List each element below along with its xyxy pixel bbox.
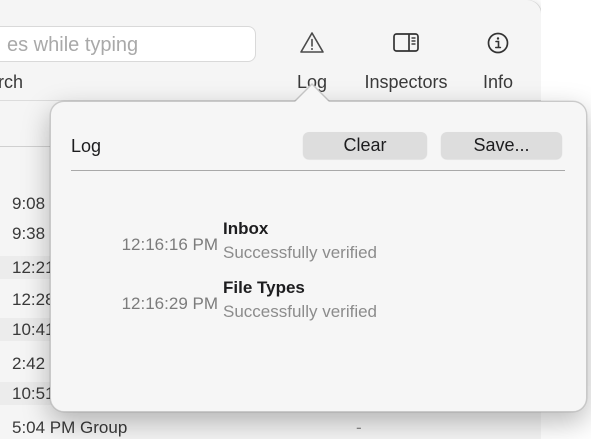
toolbar-log-button[interactable]: Log [288,30,336,92]
toolbar-inspectors-button[interactable]: Inspectors [354,30,458,92]
list-row-time: 2:42 [12,354,46,373]
toolbar-inspectors-label: Inspectors [364,72,448,92]
log-popover-title: Log [71,136,102,156]
log-entry-status: Successfully verified [223,302,378,321]
list-row-time: 10:51 [12,384,55,403]
list-row-value: - [356,418,362,437]
log-entry-name: Inbox [223,219,269,238]
clear-button[interactable]: Clear [303,132,427,159]
list-row-time: 12:21 [12,258,55,277]
log-entry-time: 12:16:29 PM [121,294,218,313]
warning-triangle-icon [300,32,324,53]
list-row-time: 5:04 PM Group [12,418,128,437]
search-input[interactable]: es while typing [0,26,256,62]
list-row-time: 9:08 [12,194,46,213]
log-entry-time: 12:16:16 PM [121,235,218,254]
toolbar-info-button[interactable]: Info [470,30,526,92]
log-entry: 12:16:16 PM Inbox Successfully verified [51,219,586,267]
toolbar-info-label: Info [482,72,514,92]
log-popover: Log Clear Save... 12:16:16 PM Inbox Succ… [50,101,587,412]
save-button[interactable]: Save... [441,132,562,159]
popover-arrow-fill [294,85,330,103]
log-entry-name: File Types [223,278,305,297]
search-placeholder: es while typing [7,34,139,56]
log-entry: 12:16:29 PM File Types Successfully veri… [51,278,586,326]
inspector-panel-icon [393,33,419,52]
list-row-time: 9:38 [12,224,46,243]
log-entry-status: Successfully verified [223,243,378,262]
list-row-time: 10:41 [12,320,55,339]
search-label: rch [0,72,24,92]
log-popover-divider [71,170,565,171]
list-row-time: 12:28 [12,290,55,309]
list-row[interactable]: 5:04 PM Group - [0,416,541,439]
info-circle-icon [487,32,509,54]
